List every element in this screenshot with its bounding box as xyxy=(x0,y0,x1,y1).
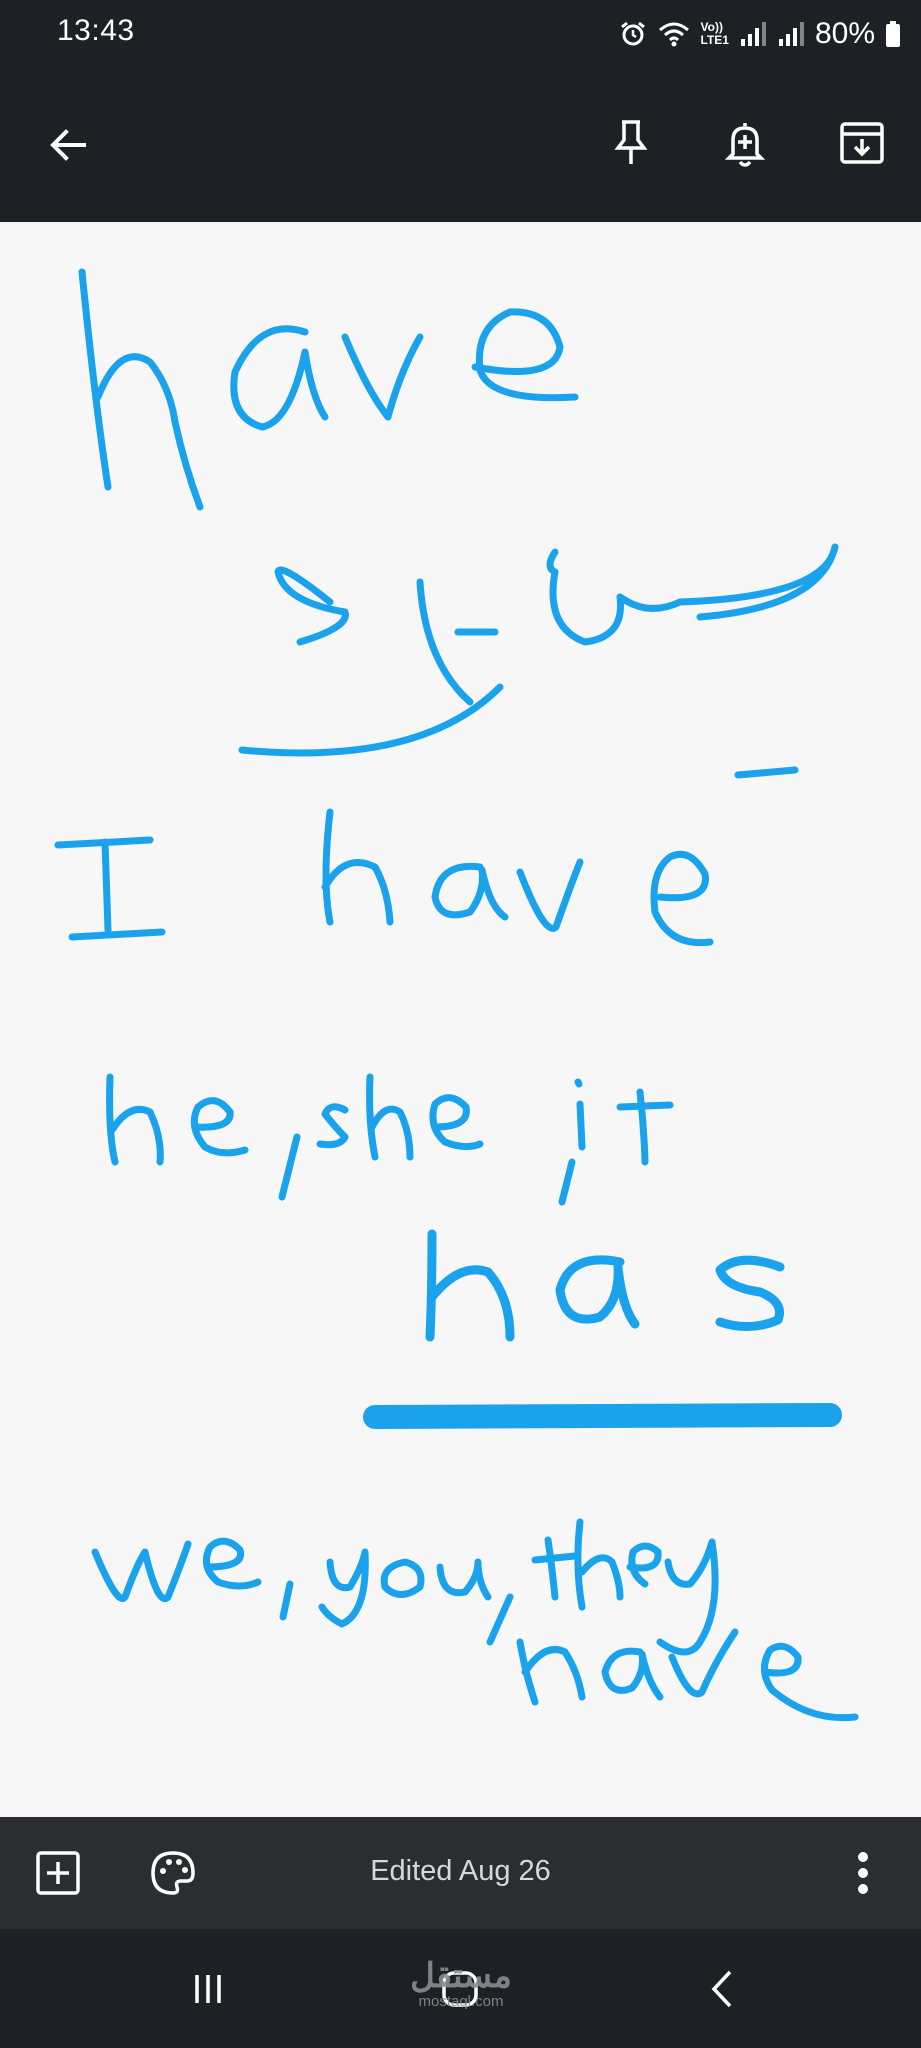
reminder-bell-icon xyxy=(724,123,766,167)
watermark-url: mostaql.com xyxy=(418,1993,504,2010)
back-arrow-icon xyxy=(50,129,86,161)
alarm-icon xyxy=(620,21,645,46)
system-nav-bar: مستقل mostaql.com xyxy=(0,1929,921,2048)
back-button[interactable] xyxy=(36,113,100,177)
pin-button[interactable] xyxy=(599,111,663,175)
back-icon xyxy=(711,1970,732,2008)
highlight-underline xyxy=(363,1403,842,1429)
handwritten-phrase-he-she-it xyxy=(106,1073,674,1206)
handwritten-phrase-we-you-they xyxy=(91,1518,719,1656)
recents-button[interactable] xyxy=(176,1957,240,2021)
status-bar: 13:43 Vo)) LTE1 80% xyxy=(0,0,921,68)
note-bottom-bar: Edited Aug 26 xyxy=(0,1817,921,1929)
archive-icon xyxy=(840,122,884,164)
network-type-label: Vo)) LTE1 xyxy=(701,21,729,47)
handwritten-word-have xyxy=(78,268,579,511)
more-options-button[interactable] xyxy=(831,1841,895,1905)
reminder-button[interactable] xyxy=(713,111,777,175)
signal-icon-1 xyxy=(740,22,766,46)
handwriting-drawing xyxy=(54,268,859,1722)
watermark-logo: مستقل xyxy=(410,1957,512,1995)
more-vert-icon xyxy=(858,1852,868,1894)
pin-icon xyxy=(614,120,648,164)
handwritten-word-arabic xyxy=(238,543,839,757)
archive-button[interactable] xyxy=(830,111,894,175)
recents-icon xyxy=(195,1975,221,2003)
note-toolbar xyxy=(0,68,921,222)
status-time: 13:43 xyxy=(57,14,135,47)
lte-label: LTE1 xyxy=(700,33,729,47)
back-nav-button[interactable] xyxy=(690,1957,754,2021)
handwritten-word-has xyxy=(425,1229,785,1342)
watermark: مستقل mostaql.com xyxy=(401,1959,521,2011)
wifi-icon xyxy=(658,22,689,47)
battery-icon xyxy=(886,21,900,47)
handwritten-word-have-final xyxy=(516,1628,859,1722)
battery-percent: 80% xyxy=(814,17,875,50)
note-drawing-canvas[interactable] xyxy=(0,222,921,1817)
handwritten-phrase-i-have xyxy=(54,808,714,947)
handwritten-dash xyxy=(734,766,799,779)
status-icons: Vo)) LTE1 80% xyxy=(619,12,902,56)
signal-icon-2 xyxy=(778,22,804,46)
edited-timestamp: Edited Aug 26 xyxy=(370,1855,551,1887)
